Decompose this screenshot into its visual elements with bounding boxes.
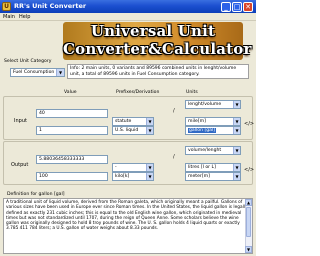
- output-prefix-numerator-select[interactable]: - ▼: [112, 163, 154, 172]
- output-unit-numerator-value: litres [l or L]: [188, 165, 216, 170]
- input-label: Input: [14, 118, 27, 124]
- chevron-down-icon[interactable]: ▼: [233, 118, 240, 125]
- input-value-denominator[interactable]: 1: [36, 126, 108, 135]
- definition-label: Definition for gallon [gal]: [7, 192, 65, 197]
- scroll-up-icon[interactable]: ▲: [245, 199, 252, 206]
- chevron-down-icon[interactable]: ▼: [56, 69, 64, 76]
- column-header-units: Units: [186, 90, 198, 95]
- output-unit-denominator-select[interactable]: meter[m] ▼: [185, 172, 241, 181]
- chevron-down-icon[interactable]: ▼: [233, 127, 240, 134]
- output-unit-numerator-select[interactable]: litres [l or L] ▼: [185, 163, 241, 172]
- chevron-down-icon[interactable]: ▼: [233, 101, 240, 108]
- input-value-numerator[interactable]: 40: [36, 109, 108, 118]
- minimize-button[interactable]: _: [221, 1, 231, 12]
- close-button[interactable]: ✕: [243, 1, 253, 12]
- column-header-value: Value: [64, 90, 77, 95]
- input-prefix-numerator-select[interactable]: statute ▼: [112, 117, 154, 126]
- menu-help[interactable]: Help: [19, 13, 30, 21]
- output-label: Output: [11, 162, 29, 168]
- output-value-numerator[interactable]: 5.88036458333333: [36, 155, 108, 164]
- chevron-down-icon[interactable]: ▼: [146, 164, 153, 171]
- category-info-text: Info: 2 main units, 0 variants and 89596…: [67, 64, 249, 79]
- column-header-prefix: Prefixes/Derivation: [116, 90, 160, 95]
- input-prefix-denominator-select[interactable]: U.S. liquid ▼: [112, 126, 154, 135]
- category-label: Select Unit Category: [4, 59, 52, 64]
- scrollbar-thumb[interactable]: [246, 207, 251, 237]
- banner-logo: Universal Unit Converter&Calculator: [63, 22, 252, 60]
- chevron-down-icon[interactable]: ▼: [233, 147, 240, 154]
- menu-bar: Main Help: [0, 13, 256, 21]
- output-prefix-denominator-value: kilo[k]: [115, 174, 130, 179]
- chevron-down-icon[interactable]: ▼: [146, 127, 153, 134]
- output-prefix-numerator-value: -: [115, 165, 117, 170]
- input-unit-numerator-value: mile[m]: [188, 119, 206, 124]
- input-swap-button[interactable]: </>: [244, 121, 254, 127]
- output-swap-button[interactable]: </>: [244, 167, 254, 173]
- menu-main[interactable]: Main: [3, 13, 15, 21]
- input-unit-denominator-value: gallon [gal]: [188, 128, 217, 133]
- definition-text[interactable]: A traditional unit of liquid volume, der…: [3, 198, 253, 254]
- chevron-down-icon[interactable]: ▼: [233, 164, 240, 171]
- banner-title-line2: Converter&Calculator: [63, 40, 252, 58]
- input-unit-type-select[interactable]: lenght/volume ▼: [185, 100, 241, 109]
- input-unit-type-value: lenght/volume: [188, 102, 222, 107]
- input-unit-numerator-select[interactable]: mile[m] ▼: [185, 117, 241, 126]
- window-title: RR's Unit Converter: [14, 2, 87, 10]
- chevron-down-icon[interactable]: ▼: [233, 173, 240, 180]
- output-division-symbol: /: [173, 154, 175, 160]
- banner-title-line1: Universal Unit: [90, 22, 216, 40]
- chevron-down-icon[interactable]: ▼: [146, 173, 153, 180]
- input-prefix-numerator-value: statute: [115, 119, 132, 124]
- input-unit-denominator-select[interactable]: gallon [gal] ▼: [185, 126, 241, 135]
- maximize-button[interactable]: □: [232, 1, 242, 12]
- output-unit-denominator-value: meter[m]: [188, 174, 210, 179]
- output-unit-type-select[interactable]: volume/lenght ▼: [185, 146, 241, 155]
- input-division-symbol: /: [173, 108, 175, 114]
- output-value-denominator[interactable]: 100: [36, 172, 108, 181]
- app-icon: U: [2, 2, 11, 11]
- output-unit-type-value: volume/lenght: [188, 148, 222, 153]
- category-select[interactable]: Fuel Consumption ▼: [10, 68, 65, 77]
- scroll-down-icon[interactable]: ▼: [245, 246, 252, 253]
- output-prefix-denominator-select[interactable]: kilo[k] ▼: [112, 172, 154, 181]
- category-selected-value: Fuel Consumption: [13, 70, 55, 75]
- input-prefix-denominator-value: U.S. liquid: [115, 128, 139, 133]
- chevron-down-icon[interactable]: ▼: [146, 118, 153, 125]
